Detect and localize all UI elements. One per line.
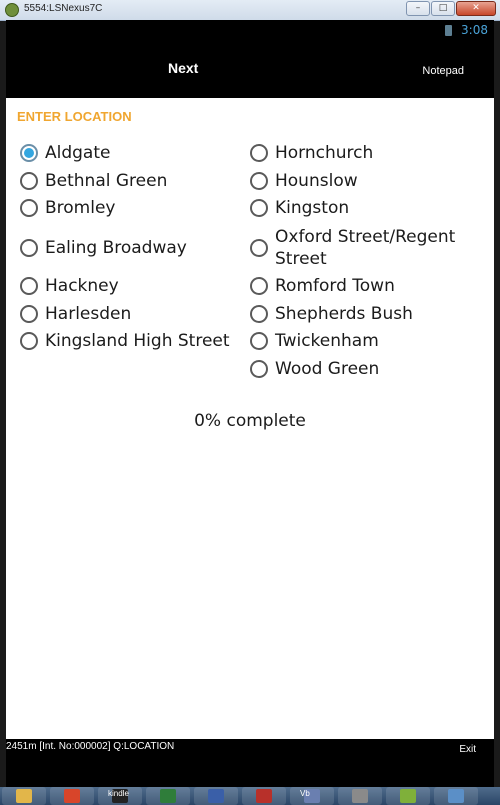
taskbar-item[interactable] (242, 787, 286, 805)
option-label: Oxford Street/Regent Street (275, 227, 456, 269)
interview-info-text: 2451m [Int. No:000002] Q:LOCATION (6, 741, 175, 752)
interview-info-bar: 2451m [Int. No:000002] Q:LOCATION Exit (6, 739, 494, 766)
option-label: Romford Town (275, 276, 395, 296)
status-time: 3:08 (461, 23, 488, 37)
radio-button-icon[interactable] (20, 305, 38, 323)
app-blue-icon (448, 789, 464, 803)
android-status-bar: 3:08 (6, 20, 494, 41)
taskbar-item-label: kindle (108, 789, 129, 798)
option-label: Kingston (275, 198, 350, 218)
radio-button-icon[interactable] (20, 332, 38, 350)
windows-taskbar: kindle Vb (0, 787, 500, 805)
emulator-app-icon (5, 3, 19, 17)
window-title: 5554:LSNexus7C (24, 3, 103, 14)
window-controls: – □ ✕ (406, 1, 496, 16)
option-label: Wood Green (275, 359, 380, 379)
option-label: Shepherds Bush (275, 304, 413, 324)
close-button[interactable]: ✕ (456, 1, 496, 16)
radio-option-wood-green[interactable]: Wood Green (250, 358, 379, 380)
taskbar-item[interactable] (2, 787, 46, 805)
notepad-button[interactable]: Notepad (422, 65, 464, 77)
action-bar: Next Notepad (6, 41, 494, 98)
minimize-button[interactable]: – (406, 1, 430, 16)
question-title: ENTER LOCATION (17, 109, 132, 124)
radio-button-icon[interactable] (250, 305, 268, 323)
radio-button-icon[interactable] (20, 199, 38, 217)
radio-option-bethnal-green[interactable]: Bethnal Green (20, 170, 167, 192)
radio-button-icon[interactable] (250, 199, 268, 217)
radio-button-icon[interactable] (20, 172, 38, 190)
exit-button[interactable]: Exit (459, 744, 476, 755)
app-icon (208, 789, 224, 803)
radio-button-icon[interactable] (250, 332, 268, 350)
taskbar-item[interactable] (194, 787, 238, 805)
taskbar-item[interactable] (50, 787, 94, 805)
radio-button-icon[interactable] (250, 239, 268, 257)
progress-text: 0% complete (194, 411, 306, 431)
taskbar-item[interactable]: Vb (290, 787, 334, 805)
radio-option-aldgate[interactable]: Aldgate (20, 142, 110, 164)
option-label: Hackney (45, 276, 119, 296)
battery-icon (445, 25, 452, 36)
radio-option-hornchurch[interactable]: Hornchurch (250, 142, 373, 164)
radio-option-oxford-street-regent-street[interactable]: Oxford Street/Regent Street (250, 226, 475, 270)
option-label: Kingsland High Street (45, 331, 230, 351)
radio-option-kingsland-high-street[interactable]: Kingsland High Street (20, 330, 230, 352)
option-label: Bromley (45, 198, 116, 218)
taskbar-item[interactable] (338, 787, 382, 805)
radio-button-icon[interactable] (20, 277, 38, 295)
excel-icon (160, 789, 176, 803)
option-label: Hounslow (275, 171, 358, 191)
radio-option-ealing-broadway[interactable]: Ealing Broadway (20, 237, 187, 259)
app-red-icon (256, 789, 272, 803)
taskbar-item[interactable] (434, 787, 478, 805)
radio-option-romford-town[interactable]: Romford Town (250, 275, 395, 297)
android-nav-strip (6, 766, 494, 787)
radio-option-harlesden[interactable]: Harlesden (20, 303, 131, 325)
next-button[interactable]: Next (168, 60, 198, 76)
taskbar-item[interactable] (146, 787, 190, 805)
android-icon (400, 789, 416, 803)
radio-button-icon[interactable] (20, 239, 38, 257)
html5-icon (64, 789, 80, 803)
option-label: Harlesden (45, 304, 132, 324)
radio-button-icon[interactable] (250, 277, 268, 295)
radio-button-icon[interactable] (250, 172, 268, 190)
radio-option-shepherds-bush[interactable]: Shepherds Bush (250, 303, 413, 325)
taskbar-item[interactable] (386, 787, 430, 805)
window-titlebar: 5554:LSNexus7C – □ ✕ (0, 0, 500, 21)
option-label: Hornchurch (275, 143, 374, 163)
radio-option-hounslow[interactable]: Hounslow (250, 170, 358, 192)
radio-option-bromley[interactable]: Bromley (20, 197, 115, 219)
taskbar-item-label: Vb (300, 789, 310, 798)
radio-button-icon[interactable] (250, 144, 268, 162)
question-content: ENTER LOCATION Aldgate Bethnal Green Bro… (6, 98, 494, 739)
option-label: Ealing Broadway (45, 238, 187, 258)
radio-option-twickenham[interactable]: Twickenham (250, 330, 379, 352)
disc-icon (352, 789, 368, 803)
option-label: Aldgate (45, 143, 111, 163)
option-label: Bethnal Green (45, 171, 168, 191)
radio-option-kingston[interactable]: Kingston (250, 197, 349, 219)
option-label: Twickenham (275, 331, 379, 351)
taskbar-item[interactable]: kindle (98, 787, 142, 805)
radio-button-icon[interactable] (20, 144, 38, 162)
maximize-button[interactable]: □ (431, 1, 455, 16)
folder-icon (16, 789, 32, 803)
radio-button-icon[interactable] (250, 360, 268, 378)
radio-option-hackney[interactable]: Hackney (20, 275, 119, 297)
